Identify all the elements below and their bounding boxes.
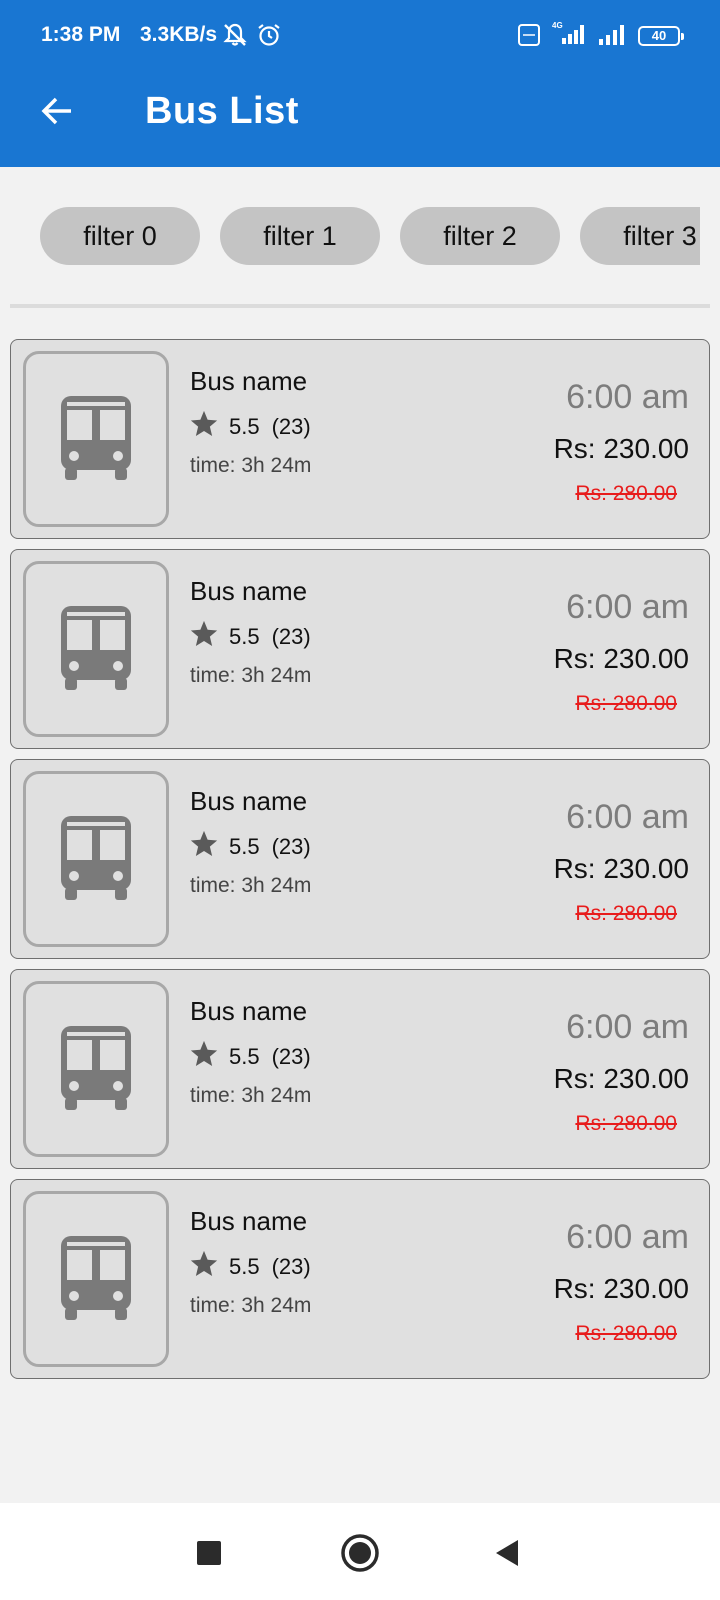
filter-chip-row[interactable]: filter 0 filter 1 filter 2 filter 3 (0, 207, 700, 265)
bus-name: Bus name (190, 786, 308, 816)
bus-card[interactable]: Bus name 5.5 (23) time: 3h 24m 6:00 am R… (10, 1179, 710, 1379)
bus-name: Bus name (190, 1206, 308, 1236)
trip-duration: time: 3h 24m (190, 664, 312, 687)
bus-card[interactable]: Bus name 5.5 (23) time: 3h 24m 6:00 am R… (10, 549, 710, 749)
departure-time: 6:00 am (566, 588, 689, 626)
original-price: Rs: 280.00 (575, 1112, 677, 1135)
trip-duration: time: 3h 24m (190, 874, 312, 897)
bus-icon (57, 1232, 135, 1327)
bus-thumbnail (23, 771, 169, 947)
departure-time: 6:00 am (566, 798, 689, 836)
bus-icon (57, 392, 135, 487)
star-icon (189, 409, 219, 445)
divider (10, 304, 710, 308)
trip-duration: time: 3h 24m (190, 1294, 312, 1317)
bus-name: Bus name (190, 576, 308, 606)
review-count: (23) (271, 624, 311, 649)
trip-duration: time: 3h 24m (190, 454, 312, 477)
rating: 5.5 (23) (189, 1039, 311, 1075)
review-count: (23) (271, 1254, 311, 1279)
filter-chip[interactable]: filter 1 (220, 207, 380, 265)
price: Rs: 230.00 (553, 433, 689, 464)
rating-value: 5.5 (229, 624, 260, 649)
signal-icon (598, 24, 626, 52)
price: Rs: 230.00 (553, 643, 689, 674)
page-title: Bus List (145, 90, 299, 132)
bus-card[interactable]: Bus name 5.5 (23) time: 3h 24m 6:00 am R… (10, 339, 710, 539)
bus-name: Bus name (190, 366, 308, 396)
filter-chip[interactable]: filter 3 (580, 207, 700, 265)
home-button[interactable] (340, 1533, 380, 1578)
rating-value: 5.5 (229, 1044, 260, 1069)
trip-duration: time: 3h 24m (190, 1084, 312, 1107)
star-icon (189, 1249, 219, 1285)
recents-square-icon (194, 1541, 224, 1572)
status-time: 1:38 PM (41, 23, 121, 46)
bus-card[interactable]: Bus name 5.5 (23) time: 3h 24m 6:00 am R… (10, 759, 710, 959)
star-icon (189, 619, 219, 655)
home-circle-icon (340, 1534, 380, 1577)
rating: 5.5 (23) (189, 829, 311, 865)
bell-off-icon (222, 22, 248, 54)
network-speed: 3.3KB/s (140, 23, 218, 46)
recents-button[interactable] (194, 1538, 224, 1573)
bus-thumbnail (23, 351, 169, 527)
original-price: Rs: 280.00 (575, 482, 677, 505)
price: Rs: 230.00 (553, 1063, 689, 1094)
bus-icon (57, 602, 135, 697)
bus-icon (57, 1022, 135, 1117)
volte-icon (518, 24, 540, 52)
departure-time: 6:00 am (566, 1008, 689, 1046)
alarm-icon (256, 22, 282, 54)
departure-time: 6:00 am (566, 1218, 689, 1256)
rating-value: 5.5 (229, 414, 260, 439)
status-bar: 1:38 PM 3.3KB/s 4G 40 (0, 0, 720, 70)
original-price: Rs: 280.00 (575, 692, 677, 715)
rating-value: 5.5 (229, 834, 260, 859)
bus-thumbnail (23, 1191, 169, 1367)
bus-card[interactable]: Bus name 5.5 (23) time: 3h 24m 6:00 am R… (10, 969, 710, 1169)
filter-chip[interactable]: filter 0 (40, 207, 200, 265)
filter-chip[interactable]: filter 2 (400, 207, 560, 265)
system-back-button[interactable] (492, 1537, 522, 1574)
star-icon (189, 829, 219, 865)
rating: 5.5 (23) (189, 1249, 311, 1285)
departure-time: 6:00 am (566, 378, 689, 416)
back-triangle-icon (492, 1540, 522, 1573)
bus-thumbnail (23, 561, 169, 737)
system-nav-bar (0, 1503, 720, 1600)
rating: 5.5 (23) (189, 409, 311, 445)
rating: 5.5 (23) (189, 619, 311, 655)
signal-4g-icon: 4G (550, 20, 586, 52)
svg-text:4G: 4G (552, 21, 563, 30)
bus-name: Bus name (190, 996, 308, 1026)
original-price: Rs: 280.00 (575, 902, 677, 925)
bus-icon (57, 812, 135, 907)
rating-value: 5.5 (229, 1254, 260, 1279)
price: Rs: 230.00 (553, 853, 689, 884)
review-count: (23) (271, 834, 311, 859)
original-price: Rs: 280.00 (575, 1322, 677, 1345)
bus-list: Bus name 5.5 (23) time: 3h 24m 6:00 am R… (10, 339, 710, 1389)
price: Rs: 230.00 (553, 1273, 689, 1304)
bus-thumbnail (23, 981, 169, 1157)
app-bar: 1:38 PM 3.3KB/s 4G 40 Bus List (0, 0, 720, 167)
back-button[interactable] (30, 86, 84, 140)
battery-icon: 40 (638, 26, 684, 46)
review-count: (23) (271, 414, 311, 439)
review-count: (23) (271, 1044, 311, 1069)
arrow-left-icon (39, 93, 75, 134)
star-icon (189, 1039, 219, 1075)
